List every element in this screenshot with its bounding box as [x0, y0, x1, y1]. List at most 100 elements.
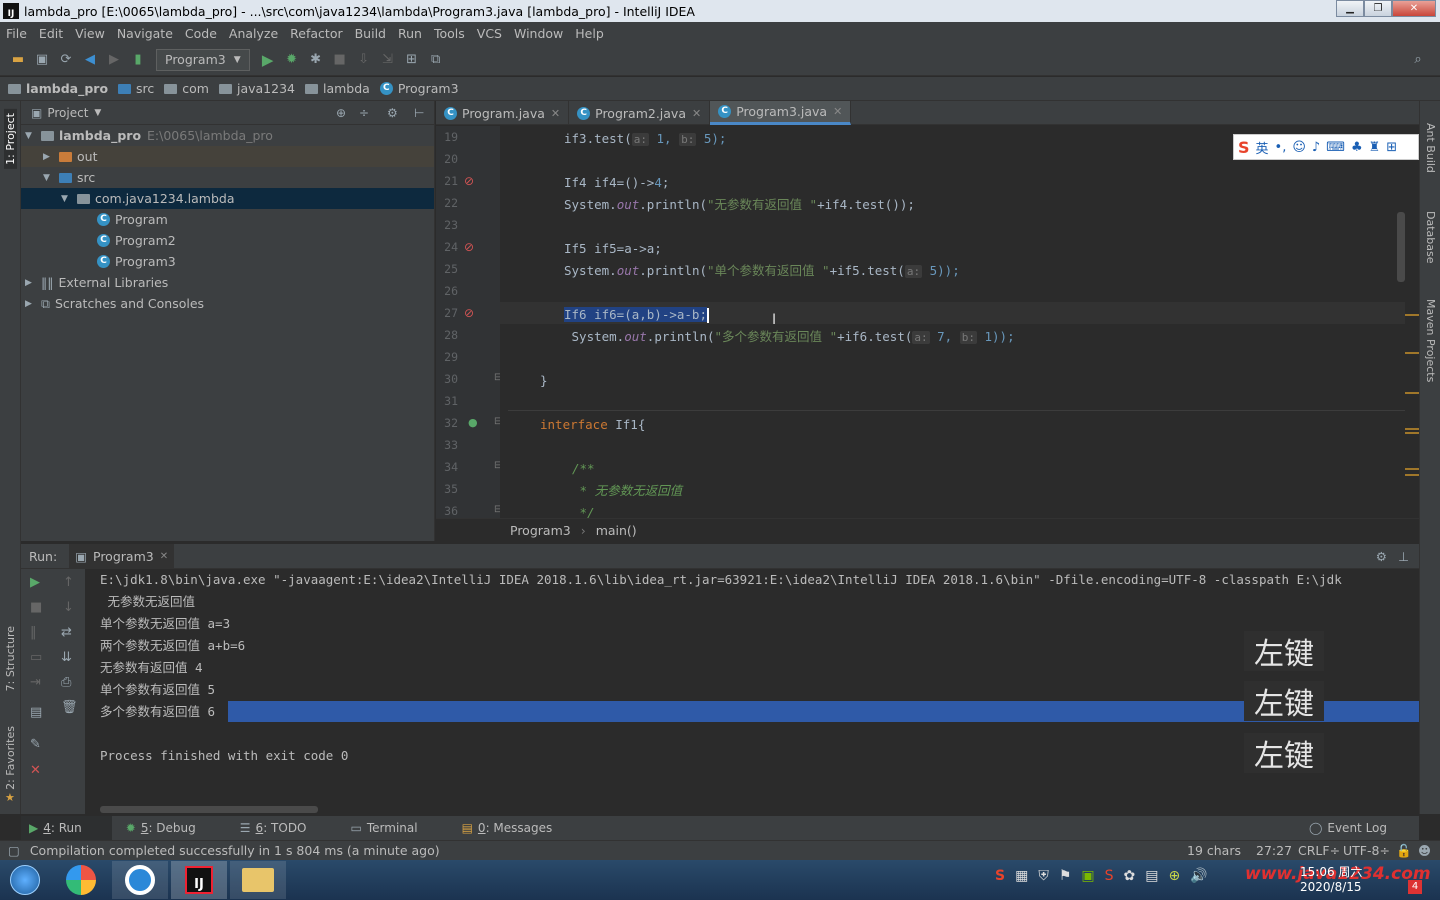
editor-crumb-class[interactable]: Program3	[510, 523, 571, 538]
menu-run[interactable]: Run	[392, 26, 428, 41]
stripe-mark[interactable]	[1405, 392, 1419, 394]
attach-icon[interactable]: ⇩	[356, 52, 372, 68]
menu-tools[interactable]: Tools	[428, 26, 471, 41]
menu-file[interactable]: File	[0, 26, 33, 41]
dump-threads-icon[interactable]: ▭	[30, 650, 42, 665]
gear-icon[interactable]: ⚙	[387, 106, 398, 120]
pause-icon[interactable]: ‖	[30, 625, 37, 640]
tree-item-package[interactable]: ▼ com.java1234.lambda	[21, 188, 434, 209]
maven-projects-tab[interactable]: Maven Projects	[1424, 299, 1437, 382]
tray-icon[interactable]: S	[1105, 868, 1114, 884]
tab-todo[interactable]: ☰ 6: TODO	[240, 821, 329, 835]
forward-icon[interactable]: ▶	[106, 52, 122, 68]
gear-icon[interactable]: ⚙	[1376, 549, 1387, 564]
tab-messages[interactable]: ▤ 0: Messages	[462, 821, 575, 835]
project-structure-icon[interactable]: ⊞	[404, 52, 420, 68]
tree-item-scratches[interactable]: ▶ ⧉ Scratches and Consoles	[21, 293, 434, 314]
stripe-mark[interactable]	[1405, 352, 1419, 354]
close-tab-icon[interactable]: ✕	[833, 105, 842, 118]
tray-icon[interactable]: ✿	[1124, 868, 1136, 884]
menu-help[interactable]: Help	[569, 26, 610, 41]
status-line-separator[interactable]: CRLF÷	[1298, 843, 1340, 858]
tab-program3-java[interactable]: C Program3.java ✕	[710, 101, 852, 125]
tree-root[interactable]: ▼ lambda_pro E:\0065\lambda_pro	[21, 125, 434, 146]
layout-icon[interactable]: ▤	[30, 705, 42, 720]
tree-item-src[interactable]: ▼ src	[21, 167, 434, 188]
stop-icon[interactable]: ■	[332, 52, 348, 68]
step-icon[interactable]: ⇲	[380, 52, 396, 68]
exit-icon[interactable]: ⇥	[30, 675, 41, 690]
stripe-mark[interactable]	[1405, 314, 1419, 316]
implemented-marker-icon[interactable]: ●	[468, 416, 478, 429]
shield-icon[interactable]: ⛨	[1038, 868, 1049, 884]
run-icon[interactable]: ▶	[260, 51, 276, 69]
lambda-marker-icon[interactable]: ⊘	[464, 240, 474, 254]
volume-icon[interactable]: 🔊	[1190, 868, 1207, 884]
menu-navigate[interactable]: Navigate	[111, 26, 179, 41]
taskbar-app-360[interactable]	[53, 861, 109, 899]
breadcrumb-src[interactable]: src	[118, 81, 154, 96]
breadcrumb-java1234[interactable]: java1234	[218, 81, 295, 96]
chevron-down-icon[interactable]: ▼	[61, 194, 73, 204]
lambda-marker-icon[interactable]: ⊘	[464, 306, 474, 320]
shirt-icon[interactable]: ♜	[1369, 140, 1381, 155]
stripe-mark[interactable]	[1405, 428, 1419, 434]
emoji-icon[interactable]: ☺	[1292, 140, 1306, 155]
clock-time[interactable]: 15:06 周六	[1300, 863, 1362, 880]
breadcrumb-program3[interactable]: C Program3	[379, 81, 459, 96]
close-tab-icon[interactable]: ✕	[692, 107, 701, 120]
project-tool-tab[interactable]: 1: Project	[4, 109, 17, 169]
debug-icon[interactable]: ✹	[284, 52, 300, 68]
menu-refactor[interactable]: Refactor	[284, 26, 348, 41]
tray-icon[interactable]: ▦	[1015, 868, 1028, 884]
tab-debug[interactable]: ✹ 5: Debug	[126, 821, 218, 835]
chevron-down-icon[interactable]: ▼	[25, 131, 37, 141]
tab-event-log[interactable]: ◯ Event Log	[1309, 821, 1409, 835]
menu-vcs[interactable]: VCS	[471, 26, 508, 41]
code-editor[interactable]: if3.test(a: 1, b: 5); If4 if4=()->4; Sys…	[500, 126, 1405, 518]
breadcrumb-com[interactable]: com	[164, 81, 209, 96]
stripe-mark[interactable]	[1405, 468, 1419, 476]
search-everywhere-icon[interactable]: ⌕	[1410, 52, 1426, 68]
tab-program-java[interactable]: C Program.java ✕	[436, 101, 570, 125]
database-tab[interactable]: Database	[1424, 211, 1437, 264]
tree-item-program[interactable]: C Program	[21, 209, 434, 230]
tray-icon[interactable]: ⊕	[1168, 868, 1180, 884]
tab-terminal[interactable]: ▭ Terminal	[351, 821, 440, 835]
ime-lang[interactable]: 英	[1256, 138, 1269, 157]
grid-icon[interactable]: ⊞	[1386, 140, 1397, 155]
menu-build[interactable]: Build	[349, 26, 392, 41]
scroll-end-icon[interactable]: ⇊	[61, 650, 72, 665]
menu-code[interactable]: Code	[179, 26, 223, 41]
tree-item-program2[interactable]: C Program2	[21, 230, 434, 251]
coverage-icon[interactable]: ✱	[308, 52, 324, 68]
up-icon[interactable]: ↑	[63, 575, 74, 590]
lock-icon[interactable]: 🔓	[1396, 843, 1412, 859]
sdk-icon[interactable]: ⧉	[428, 52, 444, 68]
close-tab-icon[interactable]: ✕	[160, 551, 168, 562]
inspector-icon[interactable]: ☻	[1418, 843, 1431, 858]
status-encoding[interactable]: UTF-8÷	[1343, 843, 1390, 858]
rerun-icon[interactable]: ▶	[30, 575, 40, 590]
print-icon[interactable]: ⎙	[61, 675, 71, 690]
network-icon[interactable]: ▤	[1145, 868, 1158, 884]
breadcrumb-project[interactable]: lambda_pro	[8, 81, 108, 96]
chevron-down-icon[interactable]: ▼	[43, 173, 55, 183]
menu-view[interactable]: View	[69, 26, 111, 41]
ant-build-tab[interactable]: Ant Build	[1424, 123, 1437, 173]
tray-icon[interactable]: ⚑	[1059, 868, 1072, 884]
status-position[interactable]: 27:27	[1256, 843, 1292, 858]
hide-panel-icon[interactable]: ⊥	[1398, 549, 1409, 564]
open-folder-icon[interactable]: ▬	[10, 52, 26, 68]
taskbar-app-intellij[interactable]: IJ	[171, 861, 227, 899]
editor-scrollbar[interactable]	[1397, 212, 1405, 282]
down-icon[interactable]: ↓	[63, 600, 74, 615]
structure-tool-tab[interactable]: 7: Structure	[4, 626, 17, 691]
editor-crumb-method[interactable]: main()	[596, 523, 637, 538]
taskbar-app-explorer[interactable]	[230, 861, 286, 899]
close-tab-icon[interactable]: ✕	[551, 107, 560, 120]
project-panel-title[interactable]: Project	[47, 106, 88, 120]
build-icon[interactable]: ▮	[130, 52, 146, 68]
sync-icon[interactable]: ⟳	[58, 52, 74, 68]
collapse-icon[interactable]: ÷	[359, 106, 369, 120]
